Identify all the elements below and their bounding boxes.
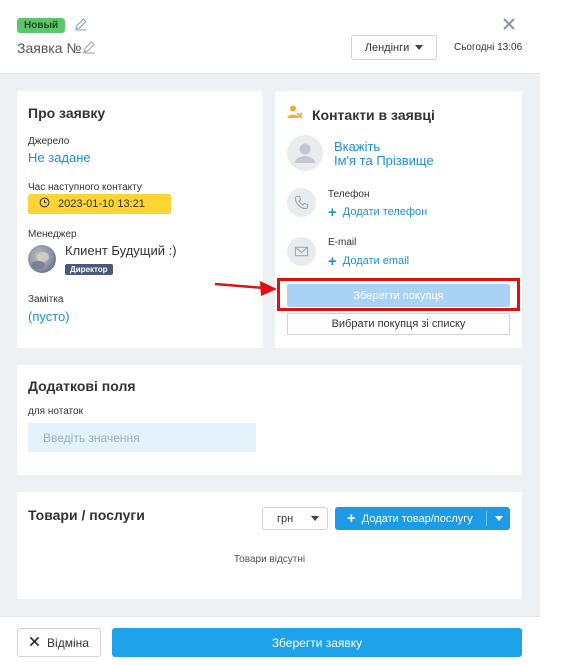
notes-input[interactable] <box>28 423 256 452</box>
manager-role-badge: Директор <box>65 264 113 275</box>
add-product-dropdown[interactable] <box>487 516 510 521</box>
page-background <box>540 0 563 666</box>
currency-select[interactable]: грн <box>262 507 328 530</box>
contact-name-prompt-line2: Ім'я та Прізвище <box>334 153 434 168</box>
plus-icon: + <box>328 203 337 221</box>
edit-title-pencil-icon[interactable] <box>82 40 96 54</box>
currency-value: грн <box>277 512 294 525</box>
email-icon <box>287 237 316 266</box>
add-phone-button[interactable]: + Додати телефон <box>328 203 428 221</box>
chevron-down-icon <box>415 45 424 50</box>
manager-name[interactable]: Клиент Будущий :) <box>65 243 177 258</box>
next-contact-label: Час наступного контакту <box>28 182 142 193</box>
note-value[interactable]: (пусто) <box>28 309 70 324</box>
close-icon[interactable] <box>501 16 517 32</box>
choose-buyer-label: Вибрати покупця зі списку <box>331 318 466 330</box>
source-label: Джерело <box>28 136 70 147</box>
add-product-label: Додати товар/послугу <box>361 512 473 525</box>
add-product-button[interactable]: + Додати товар/послугу <box>335 507 510 530</box>
timestamp: Сьогодні 13:06 <box>454 42 523 53</box>
empty-products-text: Товари відсутні <box>233 554 306 565</box>
contact-remove-icon <box>287 104 303 120</box>
clock-icon <box>39 197 50 211</box>
add-email-button[interactable]: + Додати email <box>328 252 410 270</box>
contacts-title: Контакти в заявці <box>312 107 435 123</box>
cancel-label: Відміна <box>47 635 89 650</box>
extra-fields-title: Додаткові поля <box>28 378 136 394</box>
add-phone-label: Додати телефон <box>342 206 428 218</box>
close-icon <box>29 636 40 650</box>
order-title: Заявка № <box>17 40 82 56</box>
notes-field-label: для нотаток <box>28 406 83 417</box>
save-order-label: Зберегти заявку <box>271 635 363 650</box>
plus-icon: + <box>328 252 337 270</box>
manager-label: Менеджер <box>28 229 77 240</box>
order-header <box>0 0 540 74</box>
contact-avatar <box>287 135 323 171</box>
source-value[interactable]: Не задане <box>28 150 91 165</box>
landing-dropdown-label: Лендінги <box>364 41 410 54</box>
note-label: Замітка <box>28 294 64 305</box>
add-email-label: Додати email <box>342 255 410 267</box>
next-contact-date[interactable]: 2023-01-10 13:21 <box>28 194 171 214</box>
save-order-button[interactable]: Зберегти заявку <box>112 628 522 657</box>
plus-icon: + <box>347 510 356 527</box>
email-label: E-mail <box>328 237 357 248</box>
choose-buyer-button[interactable]: Вибрати покупця зі списку <box>287 313 510 335</box>
contact-name-prompt[interactable]: Вкажіть Ім'я та Прізвище <box>334 140 434 168</box>
about-title: Про заявку <box>28 105 106 121</box>
phone-label: Телефон <box>328 189 370 200</box>
annotation-highlight-box <box>277 278 520 311</box>
next-contact-value: 2023-01-10 13:21 <box>58 198 145 210</box>
products-title: Товари / послуги <box>28 507 145 523</box>
contact-name-prompt-line1: Вкажіть <box>334 139 381 154</box>
phone-icon <box>287 188 316 217</box>
annotation-arrow <box>214 278 278 298</box>
cancel-button[interactable]: Відміна <box>17 628 101 657</box>
landing-dropdown[interactable]: Лендінги <box>351 35 437 60</box>
chevron-down-icon <box>311 516 319 521</box>
edit-status-pencil-icon[interactable] <box>74 17 88 31</box>
chevron-down-icon <box>494 516 503 521</box>
status-badge[interactable]: Новый <box>17 18 66 33</box>
manager-avatar[interactable] <box>28 245 56 273</box>
add-product-main[interactable]: + Додати товар/послугу <box>335 510 486 527</box>
